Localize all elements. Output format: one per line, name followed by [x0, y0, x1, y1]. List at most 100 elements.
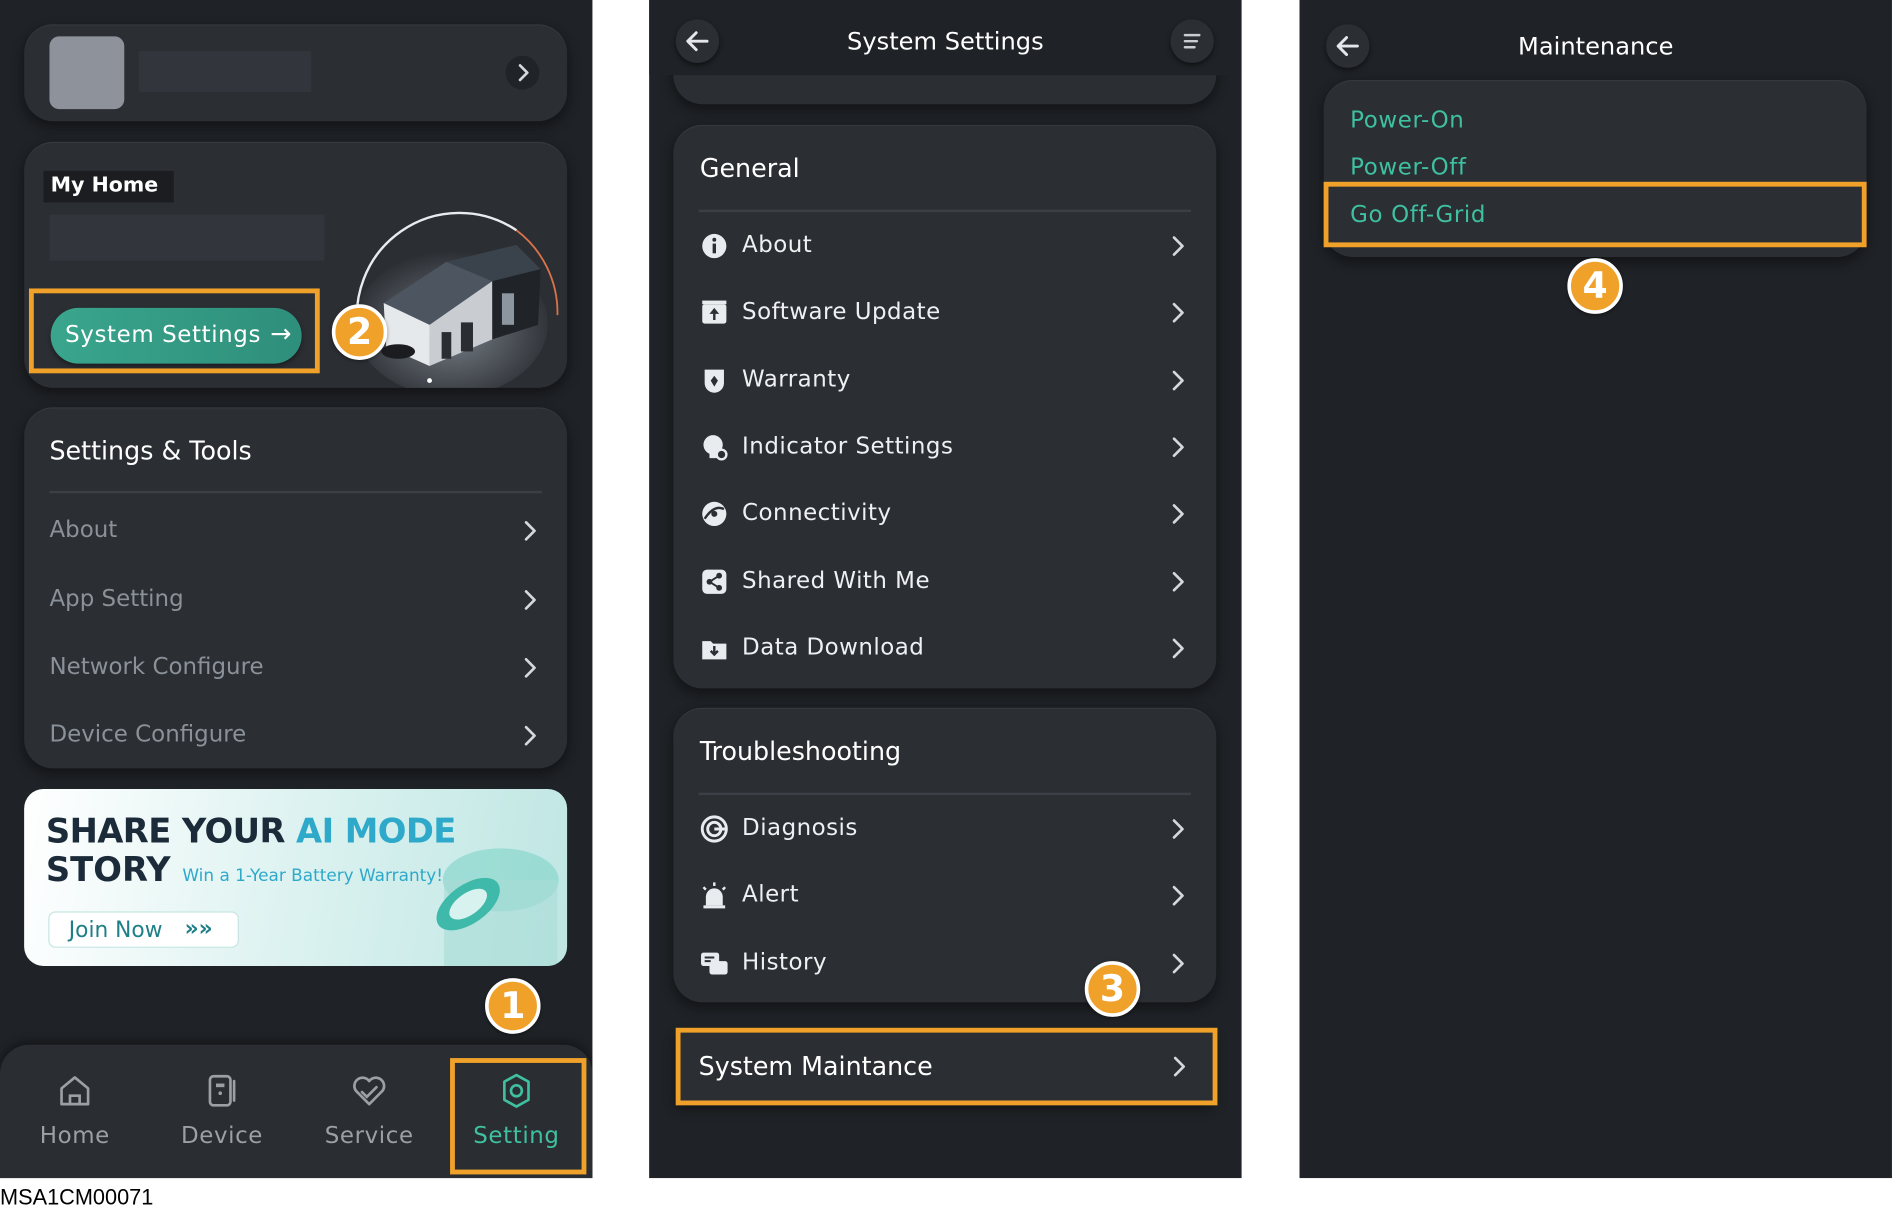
chevron-right-icon	[1172, 886, 1184, 906]
page-title: Maintenance	[1518, 31, 1674, 61]
divider	[698, 209, 1191, 213]
history-icon	[701, 952, 728, 974]
step-badge-4: 4	[1567, 258, 1623, 314]
banner-headline-line2: STORY Win a 1-Year Battery Warranty!	[46, 850, 443, 890]
chevron-right-icon	[1172, 819, 1184, 839]
chevron-right-icon	[1172, 504, 1184, 524]
chevron-right-icon	[1172, 437, 1184, 457]
list-item-warranty[interactable]: Warranty	[673, 353, 1216, 406]
chevron-right-icon	[524, 521, 536, 541]
home-address-placeholder	[49, 214, 325, 261]
banner-headline-dark: SHARE YOUR	[45, 810, 286, 851]
chevron-right-icon	[1172, 638, 1184, 658]
power-on-item[interactable]: Power-On	[1350, 107, 1464, 134]
list-item-label: Indicator Settings	[742, 432, 954, 460]
settings-item-about[interactable]: About	[24, 507, 567, 555]
promo-banner[interactable]: SHARE YOUR AI MODE STORY Win a 1-Year Ba…	[24, 789, 568, 966]
nav-item-home[interactable]: Home	[2, 1045, 147, 1178]
connectivity-icon	[702, 501, 727, 527]
chevron-right-icon	[524, 590, 536, 610]
troubleshooting-card: Troubleshooting Diagnosis Alert History	[673, 707, 1217, 1003]
settings-item-label: Network Configure	[49, 653, 264, 680]
settings-item-label: About	[49, 516, 118, 543]
settings-item-network-configure[interactable]: Network Configure	[24, 644, 567, 692]
list-item-label: History	[742, 948, 828, 976]
chevron-right-icon	[1172, 370, 1184, 390]
list-item-about[interactable]: About	[673, 219, 1216, 272]
my-home-title-text: My Home	[50, 173, 159, 198]
list-item-label: Alert	[742, 881, 800, 909]
list-item-software-update[interactable]: Software Update	[673, 286, 1216, 339]
highlight-go-off-grid	[1323, 181, 1867, 248]
avatar	[49, 36, 125, 110]
list-item-shared-with-me[interactable]: Shared With Me	[673, 554, 1216, 607]
house-illustration	[354, 211, 559, 388]
power-off-item[interactable]: Power-Off	[1350, 154, 1466, 181]
info-icon	[702, 233, 727, 259]
list-item-alert[interactable]: Alert	[673, 869, 1216, 922]
list-item-data-download[interactable]: Data Download	[673, 622, 1216, 675]
step-badge-1: 1	[485, 978, 541, 1034]
profile-name-placeholder	[138, 50, 312, 93]
nav-item-device[interactable]: Device	[150, 1045, 295, 1178]
menu-button[interactable]	[1170, 19, 1214, 64]
banner-headline-line1: SHARE YOUR AI MODE	[45, 810, 457, 851]
nav-label: Device	[180, 1122, 264, 1149]
step-badge-3: 3	[1084, 961, 1141, 1017]
settings-item-label: App Setting	[49, 585, 184, 613]
divider	[49, 490, 542, 494]
general-title: General	[699, 153, 800, 184]
divider	[698, 792, 1191, 796]
list-item-indicator-settings[interactable]: Indicator Settings	[673, 420, 1216, 473]
settings-item-label: Device Configure	[49, 721, 247, 748]
header-bar: System Settings	[649, 0, 1242, 76]
highlight-system-maintenance	[675, 1027, 1218, 1106]
settings-tools-card: Settings & Tools About App Setting Netwo…	[24, 407, 568, 769]
menu-icon	[1183, 33, 1201, 49]
nav-label: Home	[39, 1122, 110, 1149]
nav-item-service[interactable]: Service	[297, 1045, 442, 1178]
banner-subtext: Win a 1-Year Battery Warranty!	[182, 866, 444, 886]
document-code: MSA1CM00071	[0, 1185, 154, 1210]
join-now-button[interactable]: Join Now »»	[48, 911, 239, 948]
alert-icon	[702, 882, 727, 909]
settings-screen: My Home System Settings → Settings & Too…	[0, 0, 593, 1179]
settings-item-device-configure[interactable]: Device Configure	[24, 711, 567, 759]
troubleshooting-title: Troubleshooting	[699, 736, 902, 766]
profile-card[interactable]	[24, 24, 568, 122]
chevron-right-icon	[1172, 236, 1184, 256]
share-icon	[702, 569, 727, 594]
list-item-connectivity[interactable]: Connectivity	[673, 487, 1216, 540]
list-item-label: About	[742, 231, 813, 259]
list-item-label: Shared With Me	[742, 566, 931, 594]
page-title: System Settings	[847, 26, 1044, 56]
system-settings-screen: System Settings General About Software Up…	[649, 0, 1242, 1179]
profile-chevron-icon[interactable]	[505, 55, 540, 90]
maintenance-screen: Maintenance Power-On Power-Off Go Off-Gr…	[1299, 0, 1892, 1179]
step-badge-2: 2	[331, 304, 388, 360]
list-item-label: Software Update	[742, 298, 941, 326]
indicator-icon	[703, 434, 728, 461]
warranty-icon	[704, 369, 724, 393]
double-chevron-icon: »»	[184, 916, 213, 942]
home-icon	[60, 1076, 90, 1106]
settings-item-app-setting[interactable]: App Setting	[24, 576, 567, 624]
banner-headline-story: STORY	[45, 849, 171, 890]
chevron-right-icon	[524, 725, 536, 746]
download-icon	[702, 640, 727, 660]
service-icon	[353, 1076, 386, 1106]
join-now-label: Join Now	[68, 917, 163, 943]
general-card: General About Software Update Warranty Indi…	[673, 124, 1217, 689]
list-item-label: Warranty	[742, 365, 851, 393]
list-item-diagnosis[interactable]: Diagnosis	[673, 802, 1216, 855]
banner-headline-accent: AI MODE	[296, 810, 456, 851]
highlight-setting-tab	[450, 1058, 587, 1175]
highlight-system-settings	[28, 288, 320, 374]
diagnosis-icon	[700, 815, 728, 843]
nav-label: Service	[324, 1122, 414, 1149]
chevron-right-icon	[1172, 953, 1184, 973]
settings-tools-title: Settings & Tools	[49, 436, 252, 466]
list-item-label: Diagnosis	[742, 814, 858, 842]
chevron-right-icon	[1172, 571, 1184, 591]
chevron-right-icon	[524, 657, 536, 678]
